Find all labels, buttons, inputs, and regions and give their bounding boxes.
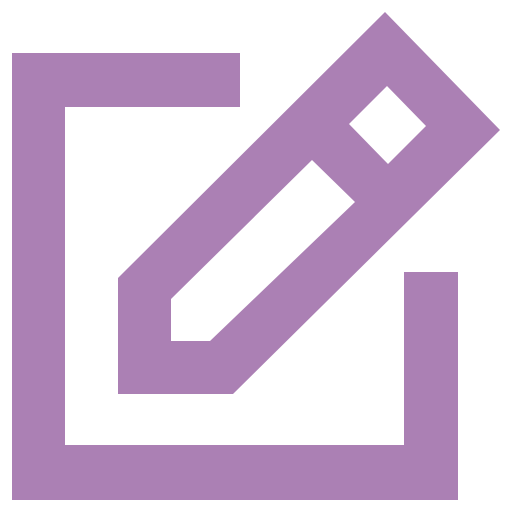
document-frame bbox=[12, 53, 458, 500]
icon-canvas bbox=[0, 0, 511, 512]
edit-icon bbox=[12, 12, 500, 500]
